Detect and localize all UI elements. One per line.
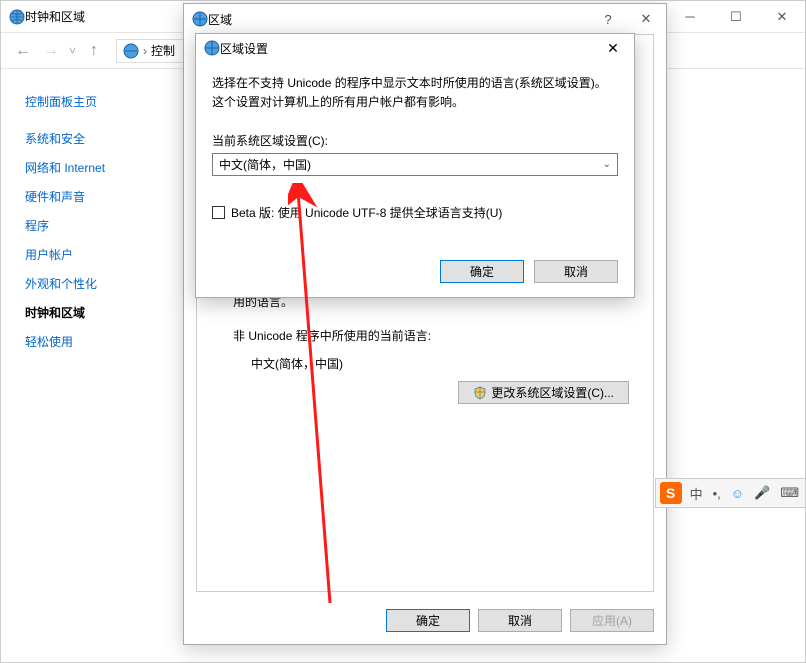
region-titlebar: 区域 ? ✕	[184, 4, 666, 34]
region-dialog-title: 区域	[208, 11, 590, 28]
close-button[interactable]: ✕	[600, 38, 626, 58]
maximize-button[interactable]: ☐	[713, 2, 759, 32]
settings-dialog-title: 区域设置	[220, 40, 600, 57]
non-unicode-label: 非 Unicode 程序中所使用的当前语言:	[233, 327, 431, 345]
sidebar-item-clock-region[interactable]: 时钟和区域	[25, 304, 189, 321]
locale-selected-value: 中文(简体，中国)	[219, 156, 603, 173]
sidebar-item-network[interactable]: 网络和 Internet	[25, 159, 189, 176]
sidebar-item-hardware-sound[interactable]: 硬件和声音	[25, 188, 189, 205]
current-language-value: 中文(简体，中国)	[251, 355, 343, 373]
ok-button[interactable]: 确定	[386, 609, 470, 632]
breadcrumb-text: 控制	[151, 42, 175, 59]
apply-button: 应用(A)	[570, 609, 654, 632]
back-button[interactable]: ←	[9, 37, 37, 65]
close-button[interactable]: ✕	[626, 4, 666, 34]
system-locale-combo[interactable]: 中文(简体，中国) ⌄	[212, 153, 618, 176]
settings-footer: 确定 取消	[440, 260, 618, 283]
beta-utf8-checkbox[interactable]	[212, 206, 225, 219]
forward-button[interactable]: →	[37, 37, 65, 65]
ime-mode-indicator[interactable]: 中	[688, 484, 705, 503]
cancel-button[interactable]: 取消	[534, 260, 618, 283]
ime-emoji-icon[interactable]: ☺	[729, 486, 746, 501]
breadcrumb-sep-icon: ›	[143, 44, 147, 58]
globe-icon	[9, 9, 25, 25]
globe-icon	[123, 43, 139, 59]
sidebar-item-appearance[interactable]: 外观和个性化	[25, 275, 189, 292]
sidebar: 控制面板主页 系统和安全 网络和 Internet 硬件和声音 程序 用户帐户 …	[1, 69, 201, 662]
globe-icon	[192, 11, 208, 27]
sidebar-item-system-security[interactable]: 系统和安全	[25, 130, 189, 147]
region-settings-dialog: 区域设置 ✕ 选择在不支持 Unicode 的程序中显示文本时所使用的语言(系统…	[195, 33, 635, 298]
settings-body: 选择在不支持 Unicode 的程序中显示文本时所使用的语言(系统区域设置)。这…	[196, 62, 634, 233]
globe-icon	[204, 40, 220, 56]
up-button[interactable]: ↑	[80, 37, 108, 65]
settings-titlebar: 区域设置 ✕	[196, 34, 634, 62]
sidebar-item-user-accounts[interactable]: 用户帐户	[25, 246, 189, 263]
region-dialog-footer: 确定 取消 应用(A)	[386, 609, 654, 632]
help-button[interactable]: ?	[590, 4, 626, 34]
minimize-button[interactable]: ─	[667, 2, 713, 32]
ok-button[interactable]: 确定	[440, 260, 524, 283]
ime-punct-icon[interactable]: •,	[711, 486, 723, 501]
sidebar-item-ease-of-access[interactable]: 轻松使用	[25, 333, 189, 350]
chevron-down-icon: ⌄	[603, 159, 611, 170]
shield-icon	[473, 386, 487, 400]
sogou-ime-icon[interactable]: S	[660, 482, 682, 504]
beta-utf8-label: Beta 版: 使用 Unicode UTF-8 提供全球语言支持(U)	[231, 204, 502, 221]
ime-keyboard-icon[interactable]: ⌨	[778, 485, 801, 501]
locale-label: 当前系统区域设置(C):	[212, 132, 618, 149]
settings-description: 选择在不支持 Unicode 的程序中显示文本时所使用的语言(系统区域设置)。这…	[212, 74, 618, 112]
close-button[interactable]: ✕	[759, 2, 805, 32]
change-system-locale-button[interactable]: 更改系统区域设置(C)...	[458, 381, 629, 404]
history-chevron-icon[interactable]: ˅	[69, 44, 76, 58]
window-buttons: ─ ☐ ✕	[667, 2, 805, 32]
beta-utf8-row[interactable]: Beta 版: 使用 Unicode UTF-8 提供全球语言支持(U)	[212, 204, 618, 221]
sidebar-home-link[interactable]: 控制面板主页	[25, 93, 189, 110]
ime-toolbar[interactable]: S 中 •, ☺ 🎤 ⌨	[655, 478, 806, 508]
ime-voice-icon[interactable]: 🎤	[752, 485, 772, 501]
cancel-button[interactable]: 取消	[478, 609, 562, 632]
sidebar-item-programs[interactable]: 程序	[25, 217, 189, 234]
change-locale-button-label: 更改系统区域设置(C)...	[491, 384, 614, 401]
